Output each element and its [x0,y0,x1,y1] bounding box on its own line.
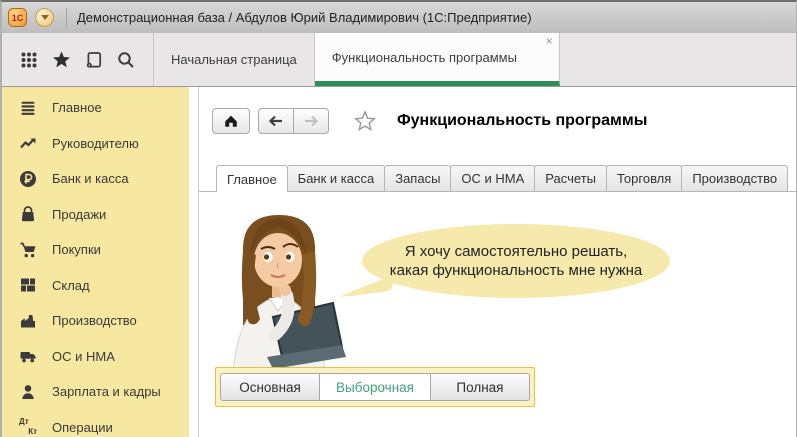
forward-button[interactable] [293,108,329,134]
home-icon [223,113,239,129]
sidebar-item-label: Продажи [52,207,106,222]
tab-main[interactable]: Главное [216,165,288,192]
window-tabstrip: Начальная страница Функциональность прог… [2,33,796,87]
navigation-row: Функциональность программы [212,108,647,134]
quick-toolbar [2,33,154,86]
sidebar-item-fixed-assets[interactable]: ОС и НМА [2,339,189,375]
sidebar-item-label: Покупки [52,242,101,257]
speech-bubble-line: какая функциональность мне нужна [390,261,642,281]
factory-icon [19,312,37,330]
speech-bubble: Я хочу самостоятельно решать, какая функ… [362,224,670,298]
sidebar-item-warehouse[interactable]: Склад [2,268,189,304]
tab-bank-cash[interactable]: Банк и касса [287,165,386,191]
chevron-down-icon [41,15,49,20]
menu-icon [19,99,37,117]
sidebar-item-manager[interactable]: Руководителю [2,126,189,162]
tab-inventory[interactable]: Запасы [384,165,451,191]
workspace: Главное Руководителю [2,87,796,437]
option-basic-button[interactable]: Основная [220,373,320,401]
sidebar-item-label: ОС и НМА [52,349,115,364]
back-button[interactable] [258,108,294,134]
sidebar-item-label: Операции [52,420,113,435]
sidebar-item-label: Зарплата и кадры [52,384,161,399]
tab-label: Начальная страница [171,52,297,67]
tab-settlements[interactable]: Расчеты [534,165,607,191]
page-title: Функциональность программы [397,112,647,130]
history-scroll-icon[interactable] [83,49,105,71]
sidebar-item-label: Склад [52,278,90,293]
home-button[interactable] [212,108,250,134]
tabs-underline [199,191,796,192]
sidebar-item-label: Руководителю [52,136,139,151]
functionality-tabs: Главное Банк и касса Запасы ОС и НМА Рас… [199,165,796,192]
sidebar-item-label: Главное [52,100,102,115]
add-to-favorites-star[interactable] [353,109,377,133]
tab-home-page[interactable]: Начальная страница [154,33,315,86]
favorites-star-icon[interactable] [50,49,72,71]
assistant-character-illustration [215,205,347,373]
debit-credit-icon: Дт Кт [19,418,37,436]
tab-label: Функциональность программы [332,50,517,65]
sidebar-item-main[interactable]: Главное [2,90,189,126]
apps-grid-icon[interactable] [18,49,40,71]
tab-production[interactable]: Производство [681,165,788,191]
pallet-boxes-icon [19,276,37,294]
sections-sidebar: Главное Руководителю [2,87,189,437]
speech-bubble-line: Я хочу самостоятельно решать, [405,242,627,262]
ruble-circle-icon [19,170,37,188]
search-icon[interactable] [115,49,137,71]
titlebar: 1С Демонстрационная база / Абдулов Юрий … [2,2,796,33]
tab-program-functionality[interactable]: Функциональность программы × [315,33,560,86]
tab-fixed-assets[interactable]: ОС и НМА [450,165,535,191]
functionality-options-highlight: Основная Выборочная Полная [215,367,535,407]
sidebar-item-bank-cash[interactable]: Банк и касса [2,161,189,197]
history-nav-group [258,108,329,134]
tab-trade[interactable]: Торговля [606,165,682,191]
shopping-cart-icon [19,241,37,259]
sidebar-item-label: Банк и касса [52,171,129,186]
main-menu-button[interactable] [35,8,54,27]
person-icon [19,383,37,401]
sidebar-item-salary-hr[interactable]: Зарплата и кадры [2,374,189,410]
app-logo-button[interactable]: 1С [8,8,27,27]
titlebar-separator [66,8,67,28]
main-content: Функциональность программы Главное Банк … [198,87,796,437]
sidebar-item-operations[interactable]: Дт Кт Операции [2,410,189,437]
close-icon[interactable]: × [546,35,553,47]
app-window: 1С Демонстрационная база / Абдулов Юрий … [0,0,797,437]
star-outline-icon [353,109,377,133]
arrow-left-icon [268,114,284,128]
trend-up-icon [19,134,37,152]
window-title: Демонстрационная база / Абдулов Юрий Вла… [77,10,532,25]
option-selective-button[interactable]: Выборочная [319,373,431,401]
speech-bubble-tail [339,270,397,300]
arrow-right-icon [303,114,319,128]
sidebar-item-label: Производство [52,313,137,328]
option-full-button[interactable]: Полная [430,373,530,401]
truck-icon [19,347,37,365]
shopping-bag-icon [19,205,37,223]
sidebar-item-sales[interactable]: Продажи [2,197,189,233]
sidebar-item-purchases[interactable]: Покупки [2,232,189,268]
sidebar-item-production[interactable]: Производство [2,303,189,339]
